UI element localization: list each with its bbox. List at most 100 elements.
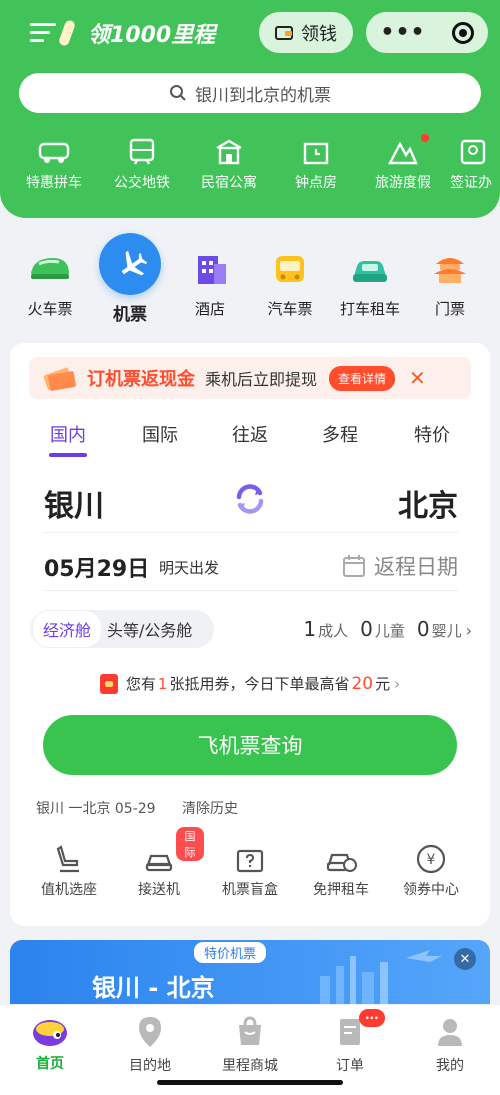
car-icon bbox=[38, 142, 70, 163]
wallet-icon bbox=[275, 25, 293, 40]
search-placeholder: 银川到北京的机票 bbox=[195, 85, 331, 106]
international-badge: 国际 bbox=[176, 827, 204, 861]
seat-icon bbox=[56, 845, 79, 873]
user-icon bbox=[438, 1019, 462, 1046]
nav-home[interactable]: 首页 bbox=[5, 1013, 95, 1073]
red-packet-icon bbox=[99, 673, 118, 694]
cat-flight[interactable]: 机票 bbox=[90, 232, 170, 325]
close-target-icon[interactable] bbox=[451, 21, 474, 44]
special-flight-promo[interactable]: 特价机票 银川 - 北京 ✕ bbox=[10, 940, 490, 1004]
cat-bus[interactable]: 汽车票 bbox=[250, 232, 330, 319]
top-cat-hourly-room[interactable]: 钟点房 bbox=[276, 138, 356, 192]
cat-taxi[interactable]: 打车租车 bbox=[330, 232, 410, 319]
tool-coupon-center[interactable]: ¥ 领券中心 bbox=[386, 843, 476, 899]
cat-train[interactable]: 火车票 bbox=[10, 232, 90, 319]
cat-label: 火车票 bbox=[27, 300, 73, 318]
banner-subtitle: 乘机后立即提现 bbox=[205, 370, 318, 389]
money-button[interactable]: 领钱 bbox=[259, 12, 353, 53]
leaf-icon bbox=[57, 19, 77, 47]
tools-row: 值机选座 接送机 国际 机票盲盒 免押租车 ¥ 领券中心 bbox=[10, 827, 490, 903]
tab-indicator bbox=[49, 453, 87, 457]
location-pin-icon bbox=[139, 1017, 161, 1047]
top-cat-homestay[interactable]: 民宿公寓 bbox=[189, 138, 269, 192]
trip-type-tabs: 国内 国际 往返 多程 特价 bbox=[10, 421, 490, 457]
close-icon[interactable]: ✕ bbox=[454, 948, 476, 970]
logo-text: 领1000里程 bbox=[88, 23, 216, 48]
calendar-icon bbox=[343, 555, 365, 577]
cabin-business[interactable]: 头等/公务舱 bbox=[107, 617, 192, 641]
more-icon[interactable]: ••• bbox=[380, 20, 425, 45]
top-cat-transit[interactable]: 公交地铁 bbox=[102, 138, 182, 192]
top-cat-label: 民宿公寓 bbox=[201, 175, 257, 191]
building-icon bbox=[216, 139, 242, 165]
tab-international[interactable]: 国际 bbox=[130, 421, 190, 447]
tool-car-rental[interactable]: 免押租车 bbox=[296, 843, 386, 899]
cat-tickets[interactable]: 门票 bbox=[410, 232, 490, 319]
top-cat-label: 签证办 bbox=[450, 175, 492, 191]
route-row: 银川 北京 bbox=[44, 477, 458, 533]
tool-airport-transfer[interactable]: 接送机 国际 bbox=[114, 827, 204, 899]
taxi-icon bbox=[353, 261, 387, 282]
nav-profile[interactable]: 我的 bbox=[405, 1013, 495, 1075]
clock-room-icon bbox=[303, 142, 329, 165]
cat-label: 汽车票 bbox=[267, 300, 313, 318]
train-icon bbox=[31, 258, 69, 279]
date-row: 05月29日 明天出发 返程日期 bbox=[44, 539, 458, 591]
tab-special-price[interactable]: 特价 bbox=[402, 421, 462, 447]
yen-coin-icon: ¥ bbox=[416, 844, 446, 874]
tab-domestic[interactable]: 国内 bbox=[38, 421, 98, 457]
clear-history-button[interactable]: 清除历史 bbox=[182, 801, 238, 817]
cat-label: 机票 bbox=[113, 305, 147, 325]
city-skyline-illustration bbox=[320, 950, 442, 1004]
bus-icon bbox=[129, 138, 155, 165]
temple-icon bbox=[434, 258, 466, 283]
departure-date[interactable]: 05月29日 bbox=[44, 551, 149, 583]
search-icon bbox=[170, 85, 186, 101]
rental-car-icon bbox=[326, 853, 357, 872]
tool-mystery-box[interactable]: 机票盲盒 bbox=[205, 843, 295, 899]
top-cat-carpool[interactable]: 特惠拼车 bbox=[14, 138, 94, 192]
close-icon[interactable]: ✕ bbox=[409, 366, 426, 390]
nav-destination[interactable]: 目的地 bbox=[105, 1013, 195, 1075]
mountain-icon bbox=[388, 141, 418, 165]
top-cat-vacation[interactable]: 旅游度假 bbox=[363, 134, 443, 192]
flight-search-card: 订机票返现金 乘机后立即提现 查看详情 ✕ 国内 国际 往返 多程 特价 银川 … bbox=[10, 343, 490, 926]
departure-city[interactable]: 银川 bbox=[44, 481, 104, 525]
home-mascot-icon bbox=[33, 1020, 67, 1046]
return-date-button[interactable]: 返程日期 bbox=[342, 551, 458, 581]
swap-cities-icon[interactable] bbox=[231, 480, 269, 522]
search-history: 银川 一北京 05-29 清除历史 bbox=[36, 798, 238, 818]
tab-round-trip[interactable]: 往返 bbox=[220, 421, 280, 447]
bus-icon bbox=[276, 256, 304, 282]
tool-checkin[interactable]: 值机选座 bbox=[24, 843, 114, 899]
passenger-selector[interactable]: 1 成人 0 儿童 0 婴儿 › bbox=[303, 617, 472, 641]
chevron-right-icon: › bbox=[465, 621, 472, 640]
cat-label: 门票 bbox=[434, 300, 465, 318]
arrival-city[interactable]: 北京 bbox=[398, 481, 458, 525]
cabin-economy[interactable]: 经济舱 bbox=[33, 611, 102, 647]
chevron-right-icon: › bbox=[394, 674, 401, 693]
search-input[interactable]: 银川到北京的机票 bbox=[19, 73, 481, 113]
top-cat-visa[interactable]: 签证办 bbox=[450, 138, 500, 192]
tab-multi-city[interactable]: 多程 bbox=[310, 421, 370, 447]
hotel-icon bbox=[198, 256, 226, 284]
car-icon bbox=[145, 854, 173, 872]
coupon-notice[interactable]: 您有 1 张抵用券，今日下单最高省 20 元 › bbox=[10, 673, 490, 694]
mystery-box-icon bbox=[236, 849, 264, 873]
top-cat-label: 钟点房 bbox=[295, 175, 337, 191]
nav-mileage-mall[interactable]: 里程商城 bbox=[205, 1013, 295, 1075]
notification-dot bbox=[421, 134, 429, 142]
banner-details-button[interactable]: 查看详情 bbox=[329, 365, 396, 391]
menu-icon[interactable] bbox=[30, 20, 58, 46]
mini-program-capsule: ••• bbox=[366, 12, 488, 53]
shopping-bag-icon bbox=[239, 1016, 261, 1045]
cashback-banner[interactable]: 订机票返现金 乘机后立即提现 查看详情 ✕ bbox=[29, 357, 471, 399]
cat-hotel[interactable]: 酒店 bbox=[170, 232, 250, 319]
nav-orders[interactable]: 订单 ··· bbox=[305, 1009, 395, 1075]
cat-label: 酒店 bbox=[194, 300, 225, 318]
orders-badge: ··· bbox=[359, 1009, 385, 1027]
search-flights-button[interactable]: 飞机票查询 bbox=[43, 715, 457, 775]
top-cat-label: 旅游度假 bbox=[375, 175, 431, 191]
svg-text:¥: ¥ bbox=[427, 852, 436, 868]
history-item[interactable]: 银川 一北京 05-29 bbox=[36, 801, 156, 817]
